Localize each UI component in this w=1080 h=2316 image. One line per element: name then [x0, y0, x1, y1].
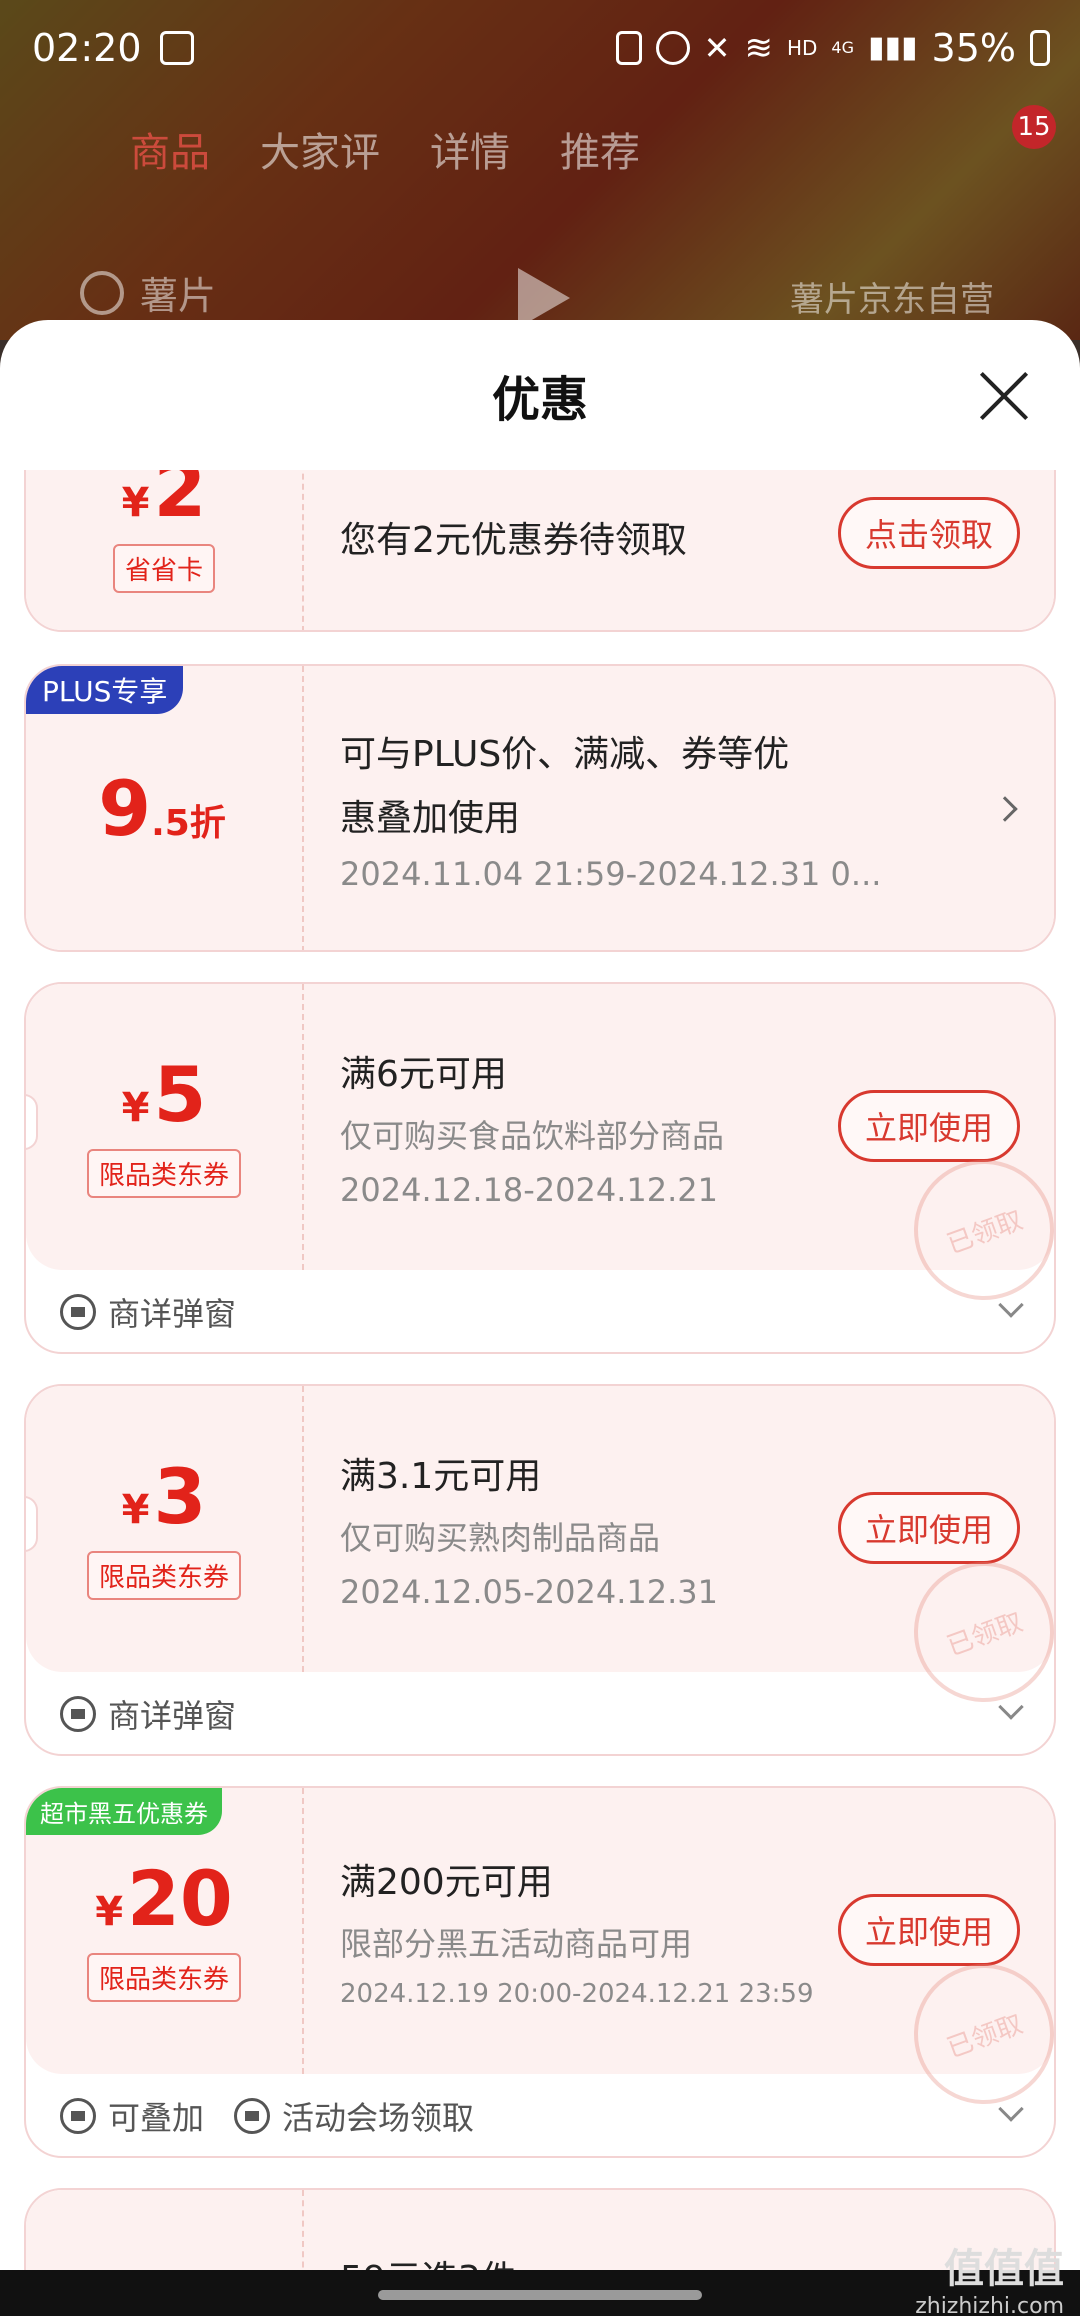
- coupon-amount: 3: [153, 1451, 207, 1541]
- coupon-card-3: ¥ 3 限品类东券 满3.1元可用 仅可购买熟肉制品商品 2024.12.05-…: [24, 1384, 1056, 1756]
- coupon-amount: 2: [153, 470, 207, 534]
- coupon-description: 仅可购买熟肉制品商品: [340, 1519, 661, 1557]
- footer-label: 商详弹窗: [108, 1697, 237, 1735]
- search-icon: [80, 270, 124, 315]
- coupon-card-5: ¥ 5 限品类东券 满6元可用 仅可购买食品饮料部分商品 2024.12.18-…: [24, 982, 1056, 1354]
- coupon-date: 2024.12.19 20:00-2024.12.21 23:59: [340, 1979, 814, 2009]
- coupon-sheet: 优惠 ¥ 2 省省卡 您有2元优惠券待领取 点击领取 PLUS专享 9 .5折 …: [0, 320, 1080, 2316]
- discount-main: 9: [98, 764, 152, 853]
- footer-label: 活动会场领取: [282, 2099, 475, 2137]
- currency: ¥: [95, 1888, 124, 1935]
- alarm-icon: [655, 30, 690, 65]
- claim-button[interactable]: 点击领取: [838, 497, 1020, 569]
- coupon-amount: 5: [153, 1049, 207, 1139]
- ticket-icon: [234, 2098, 271, 2134]
- status-bar: 02:20 ✕ ≋ HD 4G ▮▮▮ 35%: [0, 0, 1080, 95]
- plus-desc-line2: 惠叠加使用: [340, 798, 521, 839]
- coupon-tag: 限品类东券: [86, 1550, 241, 1600]
- coupon-value: ¥ 2 省省卡: [26, 470, 304, 630]
- coupon-list[interactable]: ¥ 2 省省卡 您有2元优惠券待领取 点击领取 PLUS专享 9 .5折 可与P…: [0, 470, 1080, 2316]
- hd-indicator: HD: [786, 35, 818, 60]
- wifi-icon: ≋: [744, 27, 773, 68]
- currency: ¥: [121, 1486, 150, 1533]
- battery-icon: [1030, 29, 1050, 66]
- chevron-down-icon[interactable]: [998, 1694, 1024, 1720]
- gallery-icon: [159, 30, 194, 65]
- home-indicator[interactable]: [378, 2290, 702, 2300]
- footer-label: 商详弹窗: [108, 1295, 237, 1333]
- coupon-condition: 满200元可用: [340, 1862, 553, 1903]
- coupon-date: 2024.12.05-2024.12.31: [340, 1573, 718, 1611]
- search-text: 薯片: [140, 274, 217, 318]
- coupon-description: 仅可购买食品饮料部分商品: [340, 1117, 725, 1155]
- coupon-footer[interactable]: 可叠加 活动会场领取: [26, 2074, 1054, 2156]
- status-time: 02:20: [32, 26, 194, 70]
- coupon-tag: 限品类东券: [86, 1952, 241, 2002]
- mute-icon: ✕: [703, 28, 731, 67]
- watermark-logo: 值值值: [944, 2246, 1064, 2292]
- ticket-icon: [60, 1294, 96, 1330]
- coupon-condition: 您有2元优惠券待领取: [340, 520, 687, 561]
- coupon-description: 限部分黑五活动商品可用: [340, 1925, 693, 1963]
- close-icon[interactable]: [978, 370, 1030, 422]
- store-label: 薯片京东自营: [790, 280, 994, 320]
- use-now-button[interactable]: 立即使用: [838, 1090, 1020, 1162]
- clock: 02:20: [32, 25, 142, 70]
- coupon-date: 2024.12.18-2024.12.21: [340, 1171, 718, 1209]
- use-now-button[interactable]: 立即使用: [838, 1894, 1020, 1966]
- status-icons: ✕ ≋ HD 4G ▮▮▮ 35%: [615, 25, 1050, 70]
- cart-count-badge: 15: [1012, 105, 1056, 149]
- coupon-condition: 满3.1元可用: [340, 1456, 542, 1497]
- discount-sub: .5折: [151, 803, 226, 844]
- chevron-down-icon[interactable]: [998, 2096, 1024, 2122]
- coupon-card-plus[interactable]: PLUS专享 9 .5折 可与PLUS价、满减、券等优 惠叠加使用 2024.1…: [24, 664, 1056, 952]
- plus-desc-line1: 可与PLUS价、满减、券等优: [340, 734, 790, 775]
- tab-details[interactable]: 详情: [430, 120, 510, 178]
- coupon-footer[interactable]: 商详弹窗: [26, 1672, 1054, 1754]
- currency: ¥: [121, 1084, 150, 1131]
- coupon-tag: 限品类东券: [86, 1148, 241, 1198]
- coupon-card-savings: ¥ 2 省省卡 您有2元优惠券待领取 点击领取: [24, 470, 1056, 632]
- tab-product[interactable]: 商品: [130, 120, 210, 178]
- bg-search[interactable]: 薯片: [80, 265, 216, 320]
- watermark-url: zhizhizhi.com: [915, 2294, 1064, 2316]
- network-type: 4G: [831, 38, 854, 57]
- coupon-card-20: 超市黑五优惠券 ¥ 20 限品类东券 满200元可用 限部分黑五活动商品可用 2…: [24, 1786, 1056, 2158]
- watermark: 值值值 zhizhizhi.com: [915, 2236, 1064, 2316]
- stack-icon: [60, 2098, 96, 2134]
- coupon-footer[interactable]: 商详弹窗: [26, 1270, 1054, 1352]
- tab-reviews[interactable]: 大家评: [260, 120, 380, 178]
- currency: ¥: [121, 479, 150, 526]
- coupon-tag: 省省卡: [112, 543, 215, 593]
- product-tabs: 商品 大家评 详情 推荐: [130, 120, 640, 178]
- nfc-icon: [615, 30, 642, 65]
- coupon-value: ¥ 5 限品类东券: [26, 984, 304, 1270]
- tab-recommend[interactable]: 推荐: [560, 120, 640, 178]
- sheet-header: 优惠: [0, 320, 1080, 470]
- footer-label: 可叠加: [108, 2099, 205, 2137]
- signal-icon: ▮▮▮: [868, 30, 918, 65]
- battery-percent: 35%: [931, 25, 1016, 70]
- use-now-button[interactable]: 立即使用: [838, 1492, 1020, 1564]
- coupon-amount: 20: [127, 1853, 233, 1943]
- play-icon[interactable]: [518, 268, 570, 328]
- plus-badge: PLUS专享: [26, 666, 184, 714]
- black-friday-badge: 超市黑五优惠券: [26, 1788, 222, 1835]
- chevron-down-icon[interactable]: [998, 1292, 1024, 1318]
- sheet-title: 优惠: [491, 372, 588, 428]
- chevron-right-icon[interactable]: [992, 796, 1018, 822]
- ticket-icon: [60, 1696, 96, 1732]
- plus-date: 2024.11.04 21:59-2024.12.31 0...: [340, 855, 882, 893]
- coupon-value: ¥ 3 限品类东券: [26, 1386, 304, 1672]
- coupon-condition: 满6元可用: [340, 1054, 507, 1095]
